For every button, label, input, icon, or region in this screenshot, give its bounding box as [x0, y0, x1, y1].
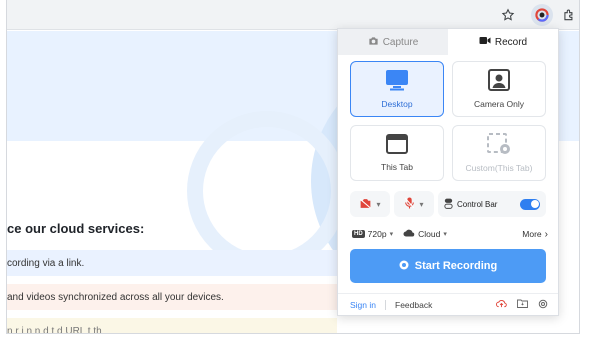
- browser-tab-icon: [386, 134, 408, 156]
- hd-icon: HD: [352, 230, 365, 238]
- browser-window: ce our cloud services: cording via a lin…: [6, 0, 580, 334]
- record-icon: [399, 260, 409, 273]
- more-options-link[interactable]: More ›: [522, 229, 548, 240]
- mode-this-tab-button[interactable]: This Tab: [350, 125, 444, 181]
- more-icon[interactable]: [579, 6, 580, 24]
- extension-active-icon[interactable]: [531, 4, 553, 26]
- start-recording-label: Start Recording: [414, 260, 498, 272]
- settings-icon[interactable]: [538, 299, 548, 311]
- chevron-down-icon: ▾: [389, 231, 394, 238]
- toggle-switch-icon: [444, 198, 453, 211]
- recorder-popup: Capture Record Desktop Camera Only This …: [337, 28, 559, 316]
- popup-tabs: Capture Record: [338, 29, 558, 55]
- list-item: cording via a link.: [7, 250, 337, 276]
- footer-divider: [385, 299, 386, 310]
- storage-value: Cloud: [418, 229, 441, 239]
- tab-capture-label: Capture: [382, 36, 419, 48]
- mode-custom-button[interactable]: Custom(This Tab): [452, 125, 546, 181]
- chevron-down-icon: ▾: [376, 199, 381, 209]
- tab-record[interactable]: Record: [448, 29, 558, 55]
- popup-footer: Sign in Feedback: [338, 293, 558, 315]
- mode-this-tab-label: This Tab: [381, 162, 413, 172]
- mode-desktop-label: Desktop: [381, 99, 413, 109]
- camera-off-icon: [359, 198, 372, 211]
- camera-toggle[interactable]: ▾: [350, 191, 390, 217]
- decorative-arc: [187, 111, 347, 271]
- cloud-upload-icon[interactable]: [496, 299, 507, 310]
- chevron-down-icon: ▾: [419, 199, 424, 209]
- monitor-icon: [385, 69, 409, 93]
- tab-record-label: Record: [494, 36, 528, 48]
- mode-camera-only-button[interactable]: Camera Only: [452, 61, 546, 117]
- user-portrait-icon: [488, 69, 510, 93]
- video-camera-icon: [479, 36, 491, 48]
- section-heading: ce our cloud services:: [7, 221, 145, 236]
- quality-dropdown[interactable]: HD 720p ▾: [352, 229, 393, 239]
- custom-area-icon: [487, 133, 511, 157]
- controls-row: ▾ ▾ Control Bar: [350, 191, 546, 217]
- browser-toolbar: [7, 0, 580, 30]
- chevron-right-icon: ›: [544, 228, 548, 240]
- list-item: n r i n n d t d URL t th: [7, 318, 337, 333]
- mode-camera-only-label: Camera Only: [473, 99, 525, 109]
- star-icon[interactable]: [499, 6, 517, 24]
- microphone-off-icon: [404, 197, 415, 211]
- camera-icon: [368, 36, 379, 49]
- control-bar-setting: Control Bar: [438, 191, 546, 217]
- chevron-down-icon: ▾: [443, 231, 447, 238]
- folder-icon[interactable]: [517, 299, 528, 310]
- more-label: More: [522, 229, 542, 239]
- storage-dropdown[interactable]: Cloud ▾: [403, 229, 447, 239]
- feedback-link[interactable]: Feedback: [395, 300, 432, 310]
- control-bar-label: Control Bar: [457, 199, 498, 209]
- microphone-toggle[interactable]: ▾: [394, 191, 434, 217]
- cloud-icon: [403, 229, 415, 239]
- quality-value: 720p: [367, 229, 387, 239]
- tab-capture[interactable]: Capture: [338, 29, 448, 55]
- list-item: and videos synchronized across all your …: [7, 284, 337, 310]
- mode-custom-label: Custom(This Tab): [465, 163, 533, 173]
- sign-in-link[interactable]: Sign in: [350, 300, 376, 310]
- mode-desktop-button[interactable]: Desktop: [350, 61, 444, 117]
- options-row: HD 720p ▾ Cloud ▾ More ›: [352, 226, 548, 242]
- start-recording-button[interactable]: Start Recording: [350, 249, 546, 283]
- control-bar-toggle[interactable]: [520, 198, 540, 210]
- puzzle-icon[interactable]: [560, 6, 578, 24]
